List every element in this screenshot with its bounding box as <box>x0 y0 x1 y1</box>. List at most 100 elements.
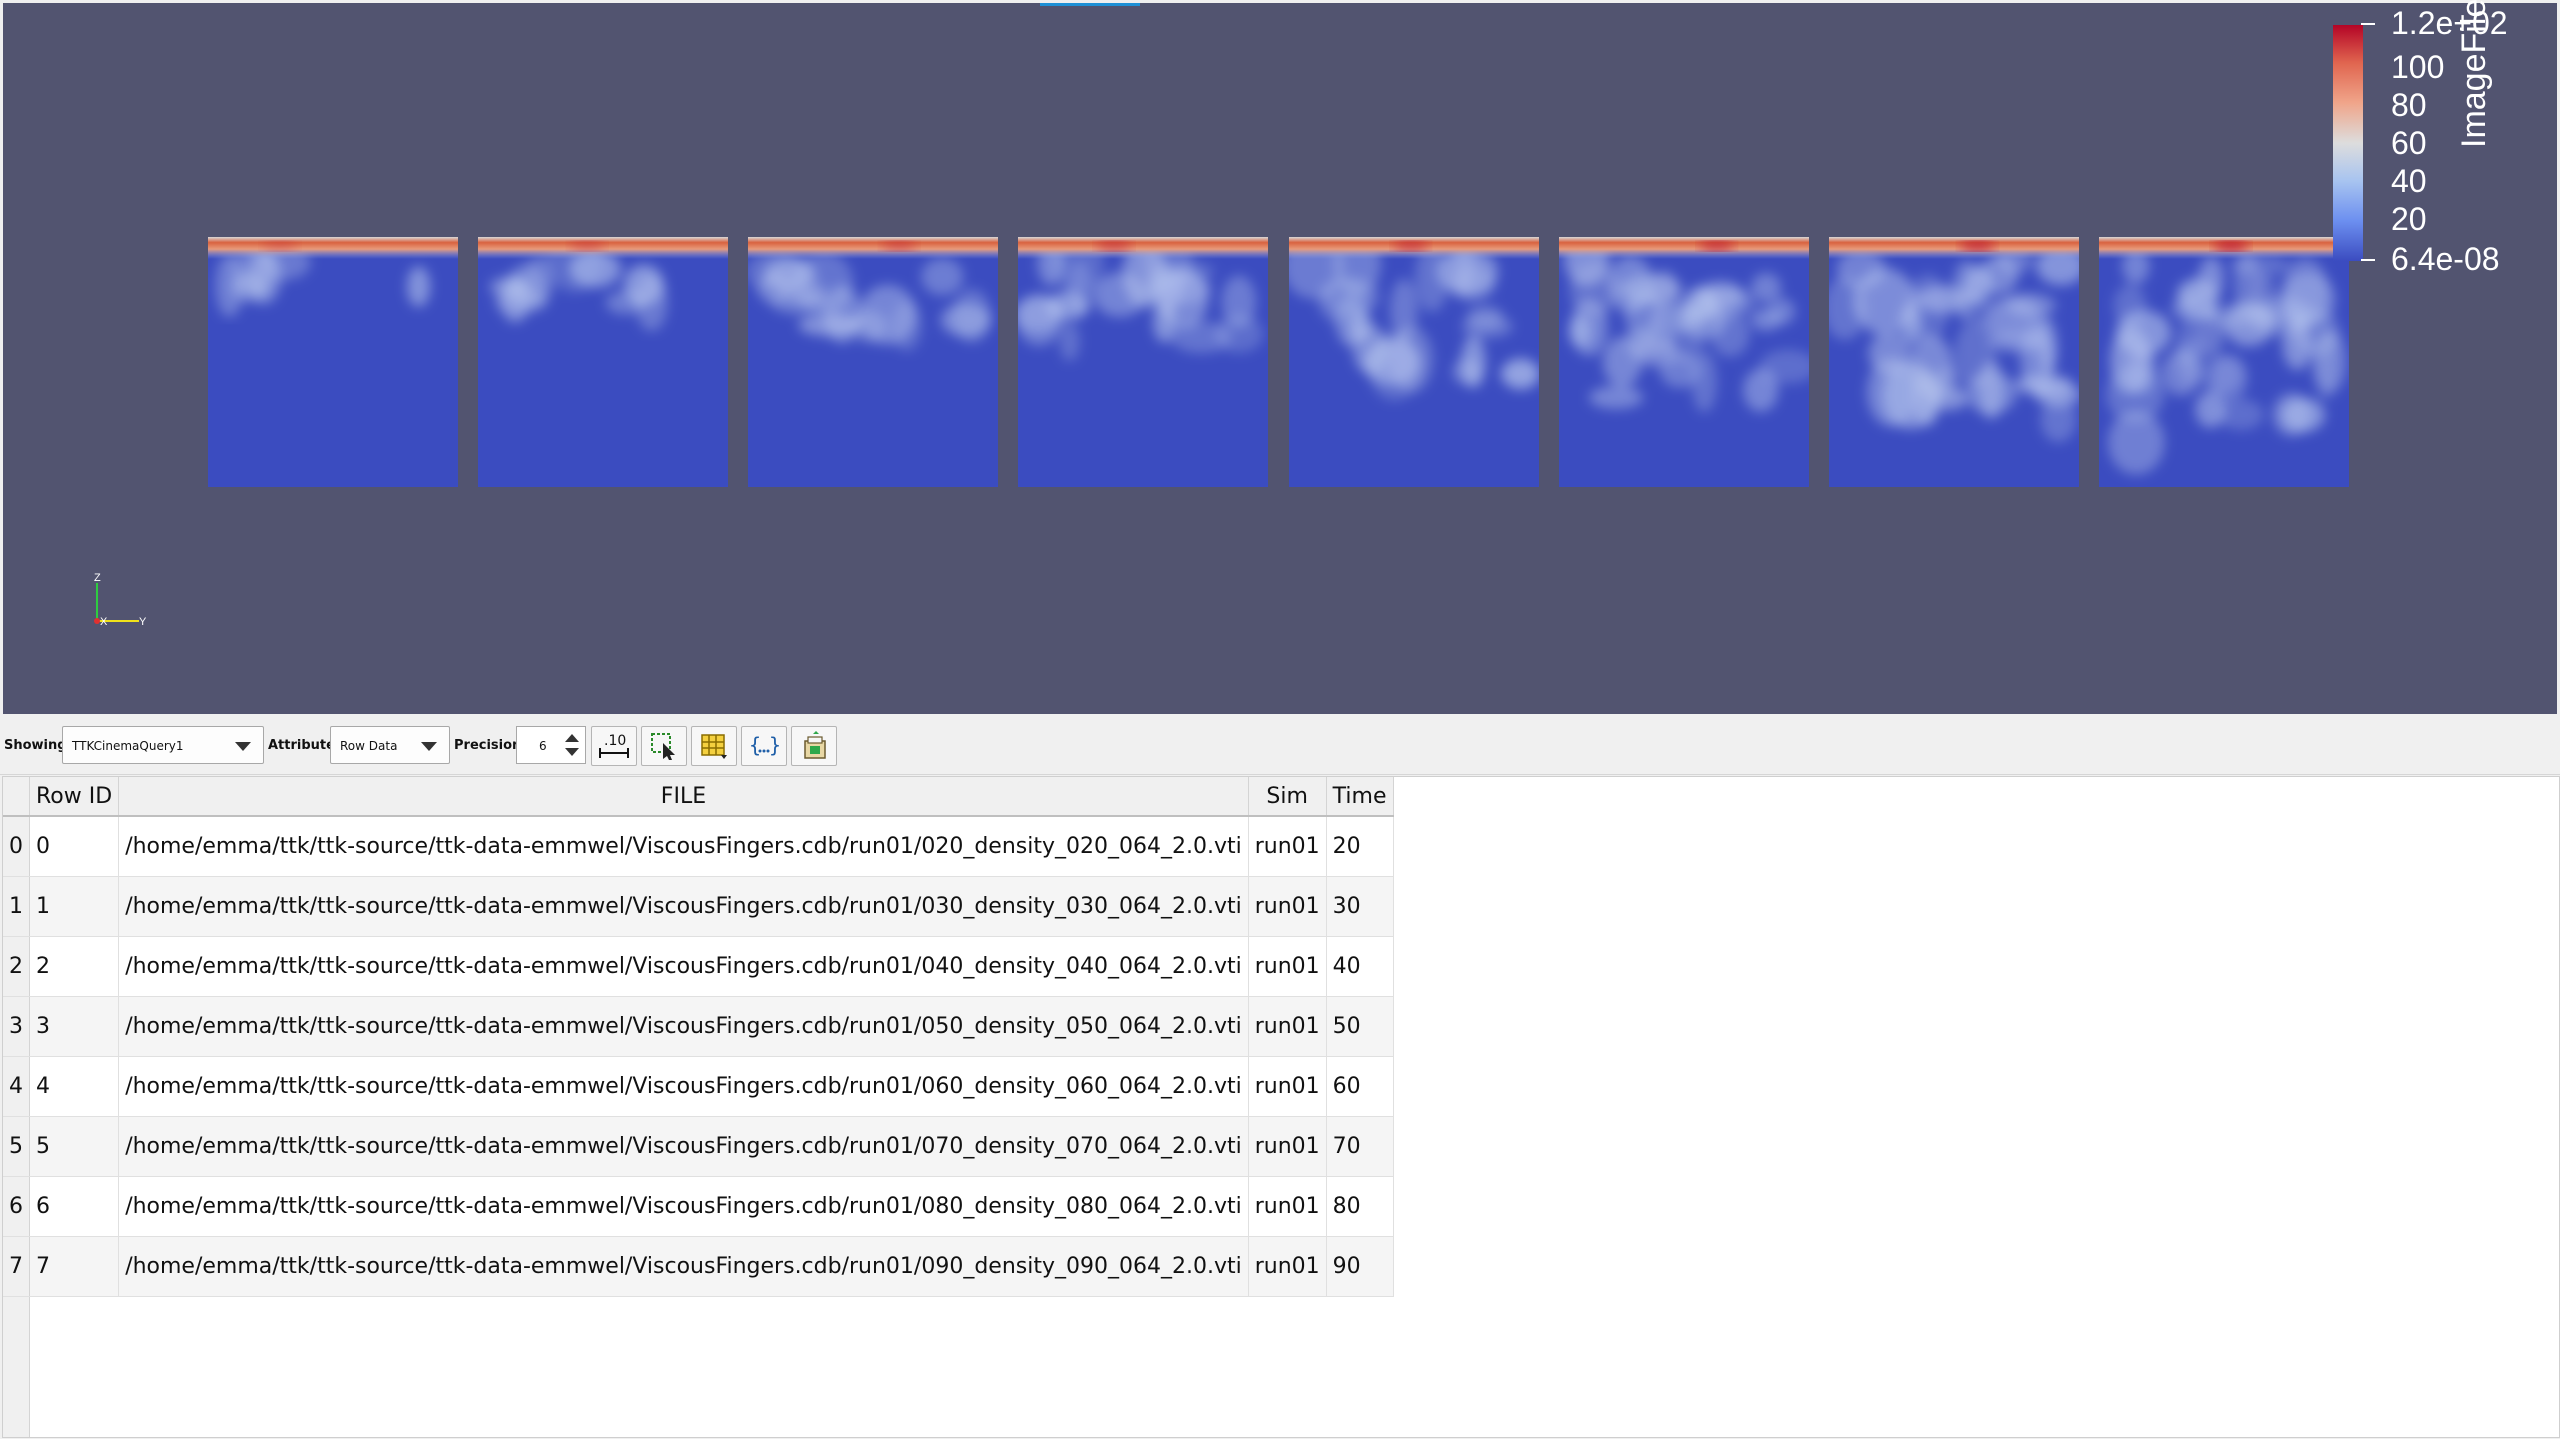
colorbar-label: 20 <box>2391 201 2427 237</box>
show-only-selected-button[interactable] <box>641 726 687 766</box>
attribute-dropdown[interactable]: Row Data <box>330 726 450 764</box>
export-spreadsheet-button[interactable] <box>791 726 837 766</box>
precision-value: 6 <box>539 739 547 753</box>
row-index: 0 <box>3 816 30 877</box>
density-thumbnail <box>1829 237 2079 487</box>
data-table: Row ID FILE Sim Time 0 0/home/emma/ttk/tt… <box>3 777 1394 1297</box>
cell-file[interactable]: /home/emma/ttk/ttk-source/ttk-data-emmwe… <box>118 1056 1249 1117</box>
axis-y-label: Y <box>139 616 147 628</box>
cell-row-id[interactable]: 6 <box>29 1176 120 1237</box>
table-row[interactable]: 7 7/home/emma/ttk/ttk-source/ttk-data-emm… <box>3 1236 1394 1297</box>
column-header-time[interactable]: Time <box>1326 777 1394 817</box>
density-thumbnail <box>1559 237 1809 487</box>
density-thumbnail <box>2099 237 2349 487</box>
density-thumbnail <box>1289 237 1539 487</box>
cell-file[interactable]: /home/emma/ttk/ttk-source/ttk-data-emmwe… <box>118 816 1249 877</box>
cell-time[interactable]: 60 <box>1326 1056 1394 1117</box>
fixed-representation-button[interactable]: .10 <box>591 726 637 766</box>
cell-row-id[interactable]: 2 <box>29 936 120 997</box>
selection-cursor-icon <box>651 733 675 760</box>
cell-sim[interactable]: run01 <box>1248 816 1327 877</box>
row-index: 5 <box>3 1116 30 1177</box>
table-row[interactable]: 0 0/home/emma/ttk/ttk-source/ttk-data-emm… <box>3 816 1394 877</box>
cell-time[interactable]: 90 <box>1326 1236 1394 1297</box>
row-index: 6 <box>3 1176 30 1237</box>
render-view[interactable]: 1.2e+02 100 80 60 40 20 6.4e-08 ImageFil… <box>3 0 2557 714</box>
density-thumbnail <box>208 237 458 487</box>
active-tab-indicator <box>1040 3 1140 6</box>
cell-sim[interactable]: run01 <box>1248 996 1327 1057</box>
axis-x-label: X <box>100 616 108 628</box>
chevron-down-icon <box>421 742 437 751</box>
table-row[interactable]: 5 5/home/emma/ttk/ttk-source/ttk-data-emm… <box>3 1116 1394 1177</box>
row-index: 3 <box>3 996 30 1057</box>
density-thumbnail <box>478 237 728 487</box>
cell-sim[interactable]: run01 <box>1248 876 1327 937</box>
fixed-notation-text: .10 <box>604 733 626 749</box>
cell-row-id[interactable]: 0 <box>29 816 120 877</box>
toggle-field-data-button[interactable]: { } <box>741 726 787 766</box>
colorbar-title: ImageFile <box>2455 0 2493 148</box>
showing-label: Showing <box>4 738 67 753</box>
cell-sim[interactable]: run01 <box>1248 936 1327 997</box>
spreadsheet-toolbar: Showing TTKCinemaQuery1 Attribute: Row D… <box>0 718 2560 775</box>
svg-text:}: } <box>769 733 781 757</box>
corner-button[interactable] <box>3 777 30 817</box>
attribute-value: Row Data <box>340 739 398 753</box>
table-columns-icon <box>701 734 727 759</box>
table-row[interactable]: 2 2/home/emma/ttk/ttk-source/ttk-data-emm… <box>3 936 1394 997</box>
cell-time[interactable]: 80 <box>1326 1176 1394 1237</box>
cell-sim[interactable]: run01 <box>1248 1176 1327 1237</box>
colorbar-label: 60 <box>2391 125 2427 161</box>
colorbar-gradient <box>2333 25 2363 261</box>
precision-spinbox[interactable]: 6 <box>516 726 586 764</box>
colorbar-label: 100 <box>2391 49 2445 85</box>
cell-sim[interactable]: run01 <box>1248 1236 1327 1297</box>
row-index: 4 <box>3 1056 30 1117</box>
cell-file[interactable]: /home/emma/ttk/ttk-source/ttk-data-emmwe… <box>118 936 1249 997</box>
cell-time[interactable]: 30 <box>1326 876 1394 937</box>
spreadsheet-view[interactable]: Row ID FILE Sim Time 0 0/home/emma/ttk/tt… <box>2 776 2560 1438</box>
table-row[interactable]: 4 4/home/emma/ttk/ttk-source/ttk-data-emm… <box>3 1056 1394 1117</box>
cell-file[interactable]: /home/emma/ttk/ttk-source/ttk-data-emmwe… <box>118 1236 1249 1297</box>
column-header-row-id[interactable]: Row ID <box>29 777 120 817</box>
cell-row-id[interactable]: 7 <box>29 1236 120 1297</box>
cell-row-id[interactable]: 1 <box>29 876 120 937</box>
cell-time[interactable]: 40 <box>1326 936 1394 997</box>
table-row[interactable]: 6 6/home/emma/ttk/ttk-source/ttk-data-emm… <box>3 1176 1394 1237</box>
cell-time[interactable]: 50 <box>1326 996 1394 1057</box>
cell-sim[interactable]: run01 <box>1248 1116 1327 1177</box>
row-index: 7 <box>3 1236 30 1297</box>
showing-value: TTKCinemaQuery1 <box>72 739 184 753</box>
svg-text:{: { <box>749 733 761 757</box>
colorbar-tick <box>2361 259 2375 261</box>
cell-row-id[interactable]: 3 <box>29 996 120 1057</box>
row-index: 1 <box>3 876 30 937</box>
showing-dropdown[interactable]: TTKCinemaQuery1 <box>62 726 264 764</box>
spin-up-icon[interactable] <box>565 734 579 742</box>
table-row[interactable]: 3 3/home/emma/ttk/ttk-source/ttk-data-emm… <box>3 996 1394 1057</box>
cell-time[interactable]: 70 <box>1326 1116 1394 1177</box>
chevron-down-icon <box>235 742 251 751</box>
colorbar-label: 40 <box>2391 163 2427 199</box>
table-header-row: Row ID FILE Sim Time <box>3 777 1394 817</box>
colorbar-tick <box>2361 23 2375 25</box>
table-row[interactable]: 1 1/home/emma/ttk/ttk-source/ttk-data-emm… <box>3 876 1394 937</box>
orientation-axes: Z X Y <box>83 572 153 633</box>
cell-sim[interactable]: run01 <box>1248 1056 1327 1117</box>
column-header-file[interactable]: FILE <box>118 777 1249 817</box>
export-icon <box>804 731 826 759</box>
spin-down-icon[interactable] <box>565 748 579 756</box>
cell-file[interactable]: /home/emma/ttk/ttk-source/ttk-data-emmwe… <box>118 1116 1249 1177</box>
toggle-column-visibility-button[interactable] <box>691 726 737 766</box>
cell-row-id[interactable]: 4 <box>29 1056 120 1117</box>
cell-row-id[interactable]: 5 <box>29 1116 120 1177</box>
cell-file[interactable]: /home/emma/ttk/ttk-source/ttk-data-emmwe… <box>118 1176 1249 1237</box>
cell-file[interactable]: /home/emma/ttk/ttk-source/ttk-data-emmwe… <box>118 876 1249 937</box>
cell-time[interactable]: 20 <box>1326 816 1394 877</box>
colorbar-label: 80 <box>2391 87 2427 123</box>
density-thumbnail <box>1018 237 1268 487</box>
cell-file[interactable]: /home/emma/ttk/ttk-source/ttk-data-emmwe… <box>118 996 1249 1057</box>
field-data-braces-icon: { } <box>749 733 781 757</box>
column-header-sim[interactable]: Sim <box>1248 777 1327 817</box>
